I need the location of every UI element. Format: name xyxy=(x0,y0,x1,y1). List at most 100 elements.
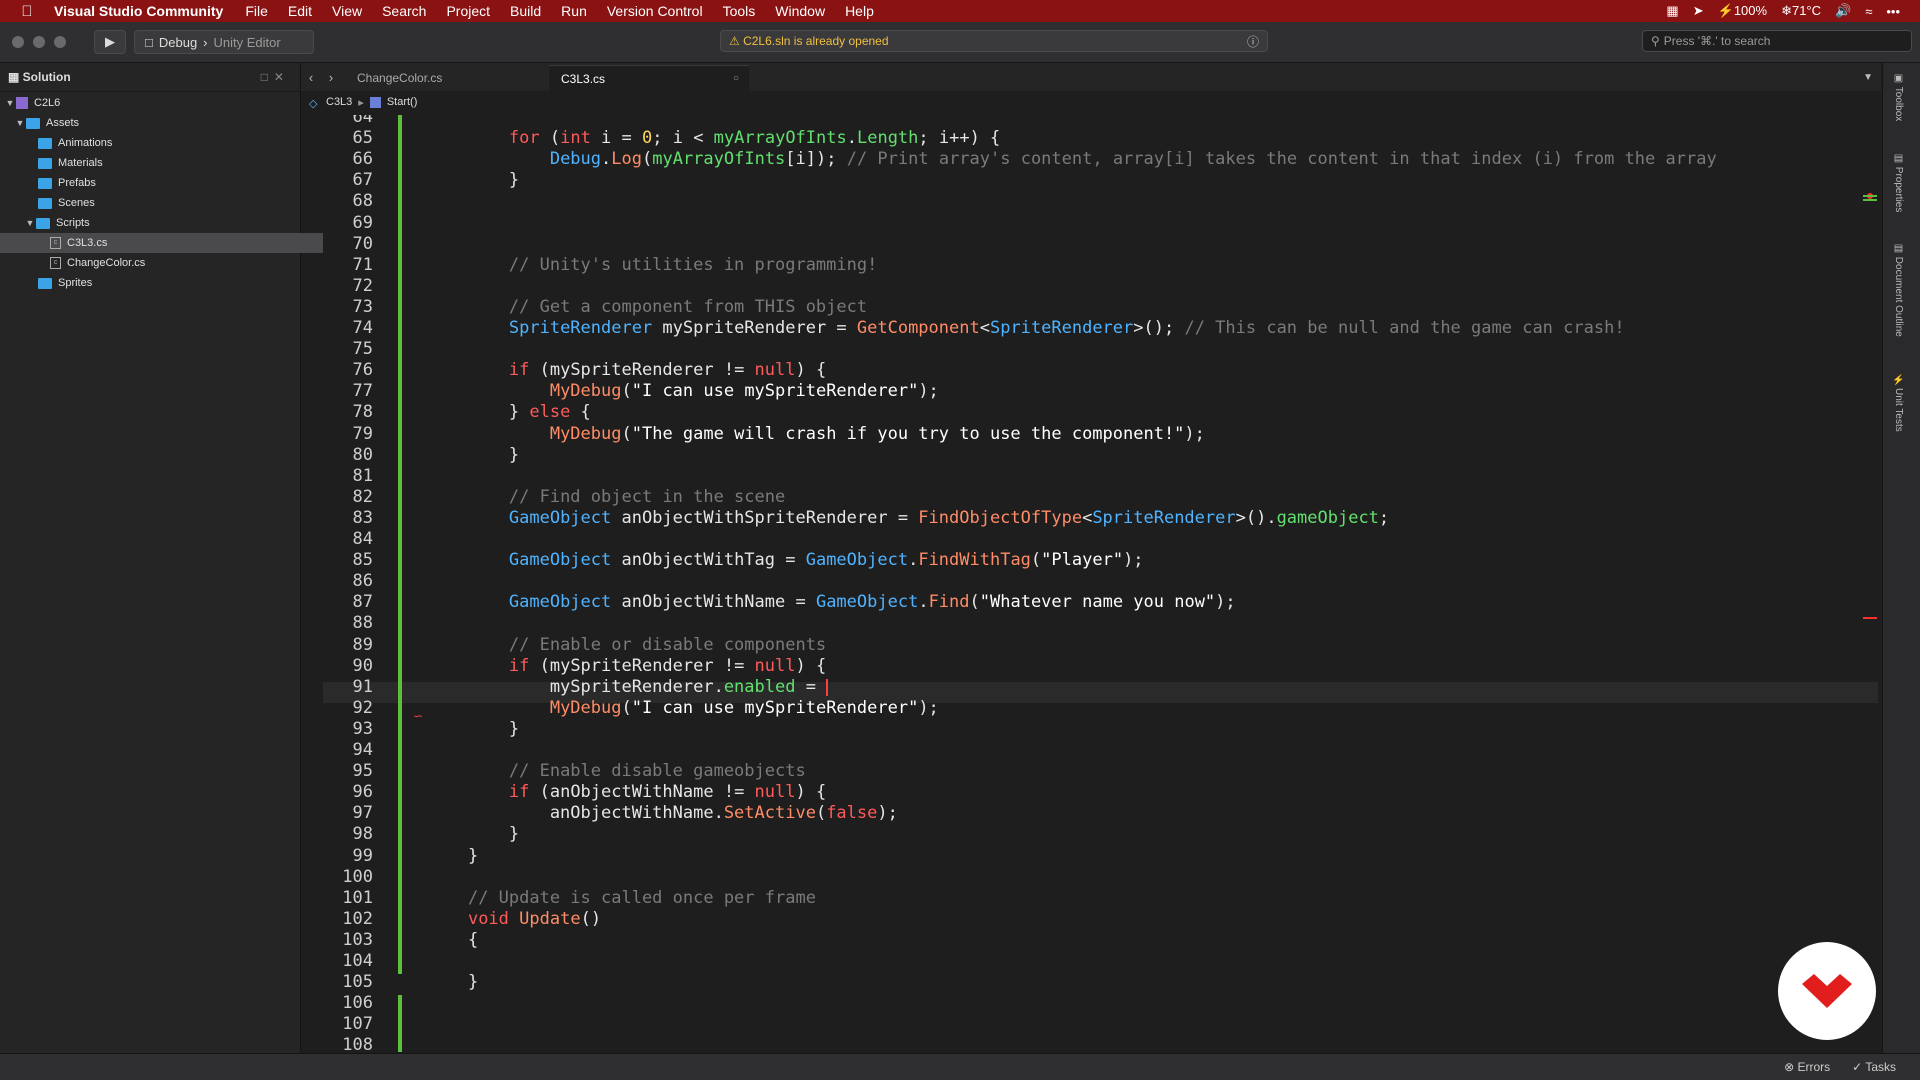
tree-item-materials[interactable]: Materials xyxy=(0,153,338,173)
code-line[interactable]: MyDebug("The game will crash if you try … xyxy=(427,424,1205,445)
line-number[interactable]: 84 xyxy=(323,529,373,550)
tree-item-c3l3-cs[interactable]: c C3L3.cs xyxy=(0,233,350,253)
code-line[interactable]: GameObject anObjectWithTag = GameObject.… xyxy=(427,550,1144,571)
run-configuration-selector[interactable]: □ Debug › Unity Editor xyxy=(134,30,314,54)
code-line[interactable]: SpriteRenderer mySpriteRenderer = GetCom… xyxy=(427,318,1625,339)
code-line[interactable]: MyDebug("I can use mySpriteRenderer"); xyxy=(427,698,939,719)
code-editor[interactable]: 64 65 for (int i = 0; i < myArrayOfInts.L… xyxy=(323,115,1878,1052)
toolbox-tab[interactable]: ▣ Toolbox xyxy=(1893,73,1904,121)
code-line[interactable]: // Enable disable gameobjects xyxy=(427,761,806,782)
code-line[interactable]: { xyxy=(427,930,478,951)
line-number[interactable]: 74 xyxy=(323,318,373,339)
temperature-icon[interactable]: ❄71°C xyxy=(1781,3,1821,19)
line-number[interactable]: 75 xyxy=(323,339,373,360)
line-number[interactable]: 68 xyxy=(323,191,373,212)
code-line[interactable]: } else { xyxy=(427,402,591,423)
code-line[interactable]: } xyxy=(427,824,519,845)
line-number[interactable]: 70 xyxy=(323,234,373,255)
tree-item-animations[interactable]: Animations xyxy=(0,133,338,153)
tree-item-c2l6[interactable]: ▼ C2L6 xyxy=(0,93,304,113)
line-number[interactable]: 77 xyxy=(323,381,373,402)
code-line[interactable]: Debug.Log(myArrayOfInts[i]); // Print ar… xyxy=(427,149,1717,170)
code-line[interactable]: // Get a component from THIS object xyxy=(427,297,867,318)
chevron-down-icon[interactable]: ▼ xyxy=(4,98,16,108)
line-number[interactable]: 86 xyxy=(323,571,373,592)
line-number[interactable]: 81 xyxy=(323,466,373,487)
chevron-left-icon[interactable]: ‹ xyxy=(301,70,321,85)
errors-button[interactable]: ⊗ Errors xyxy=(1784,1060,1830,1074)
menu-version-control[interactable]: Version Control xyxy=(607,3,703,19)
chevron-down-icon[interactable]: ▼ xyxy=(24,218,36,228)
line-number[interactable]: 96 xyxy=(323,782,373,803)
code-line[interactable]: } xyxy=(427,719,519,740)
code-line[interactable]: anObjectWithName.SetActive(false); xyxy=(427,803,898,824)
menu-file[interactable]: File xyxy=(245,3,268,19)
line-number[interactable]: 67 xyxy=(323,170,373,191)
line-number[interactable]: 93 xyxy=(323,719,373,740)
tree-item-scripts[interactable]: ▼ Scripts xyxy=(0,213,324,233)
more-icon[interactable]: ••• xyxy=(1886,4,1900,19)
line-number[interactable]: 102 xyxy=(323,909,373,930)
code-line[interactable]: } xyxy=(427,445,519,466)
apple-icon[interactable]:  xyxy=(0,3,54,20)
line-number[interactable]: 87 xyxy=(323,592,373,613)
line-number[interactable]: 94 xyxy=(323,740,373,761)
chevron-right-icon[interactable]: › xyxy=(321,70,341,85)
volume-icon[interactable]: 🔊 xyxy=(1835,3,1851,19)
line-number[interactable]: 92 xyxy=(323,698,373,719)
menu-edit[interactable]: Edit xyxy=(288,3,312,19)
line-number[interactable]: 89 xyxy=(323,635,373,656)
line-number[interactable]: 90 xyxy=(323,656,373,677)
menu-tools[interactable]: Tools xyxy=(723,3,756,19)
line-number[interactable]: 107 xyxy=(323,1014,373,1035)
code-line[interactable]: // Find object in the scene xyxy=(427,487,785,508)
close-tab-icon[interactable]: ○ xyxy=(733,73,739,84)
menu-window[interactable]: Window xyxy=(775,3,825,19)
line-number[interactable]: 72 xyxy=(323,276,373,297)
line-number[interactable]: 85 xyxy=(323,550,373,571)
line-number[interactable]: 104 xyxy=(323,951,373,972)
menu-help[interactable]: Help xyxy=(845,3,874,19)
line-number[interactable]: 101 xyxy=(323,888,373,909)
tree-item-sprites[interactable]: Sprites xyxy=(0,273,338,293)
overview-error-marker[interactable] xyxy=(1863,617,1877,619)
line-number[interactable]: 79 xyxy=(323,424,373,445)
line-number[interactable]: 103 xyxy=(323,930,373,951)
line-number[interactable]: 95 xyxy=(323,761,373,782)
line-number[interactable]: 99 xyxy=(323,846,373,867)
chevron-down-icon[interactable]: ▼ xyxy=(14,118,26,128)
menu-search[interactable]: Search xyxy=(382,3,426,19)
line-number[interactable]: 66 xyxy=(323,149,373,170)
line-number[interactable]: 83 xyxy=(323,508,373,529)
search-input[interactable]: ⚲ Press '⌘.' to search xyxy=(1642,30,1912,52)
code-line[interactable]: } xyxy=(427,846,478,867)
line-number[interactable]: 100 xyxy=(323,867,373,888)
code-line[interactable]: } xyxy=(427,972,478,993)
tree-item-assets[interactable]: ▼ Assets xyxy=(0,113,314,133)
line-number[interactable]: 91 xyxy=(323,677,373,698)
code-line[interactable]: if (anObjectWithName != null) { xyxy=(427,782,826,803)
breadcrumb-method[interactable]: Start() xyxy=(387,96,418,108)
menu-view[interactable]: View xyxy=(332,3,362,19)
code-line[interactable]: if (mySpriteRenderer != null) { xyxy=(427,360,826,381)
minimize-window-button[interactable] xyxy=(33,36,45,48)
pad-controls[interactable]: □✕ xyxy=(261,70,290,84)
code-line[interactable]: for (int i = 0; i < myArrayOfInts.Length… xyxy=(427,128,1000,149)
layout-icon[interactable]: ▦ xyxy=(1666,3,1678,19)
document-outline-tab[interactable]: ▤ Document Outline xyxy=(1893,243,1904,337)
line-number[interactable]: 65 xyxy=(323,128,373,149)
tree-item-prefabs[interactable]: Prefabs xyxy=(0,173,338,193)
line-number[interactable]: 69 xyxy=(323,213,373,234)
menu-run[interactable]: Run xyxy=(561,3,587,19)
code-line[interactable]: MyDebug("I can use mySpriteRenderer"); xyxy=(427,381,939,402)
tasks-button[interactable]: ✓ Tasks xyxy=(1852,1060,1896,1074)
menu-build[interactable]: Build xyxy=(510,3,541,19)
line-number[interactable]: 88 xyxy=(323,613,373,634)
code-line[interactable]: GameObject anObjectWithName = GameObject… xyxy=(427,592,1236,613)
breadcrumb-class[interactable]: C3L3 xyxy=(326,96,352,108)
line-number[interactable]: 106 xyxy=(323,993,373,1014)
line-number[interactable]: 105 xyxy=(323,972,373,993)
wifi-icon[interactable]: ≈ xyxy=(1865,4,1872,19)
tree-item-changecolor-cs[interactable]: c ChangeColor.cs xyxy=(0,253,350,273)
line-number[interactable]: 73 xyxy=(323,297,373,318)
